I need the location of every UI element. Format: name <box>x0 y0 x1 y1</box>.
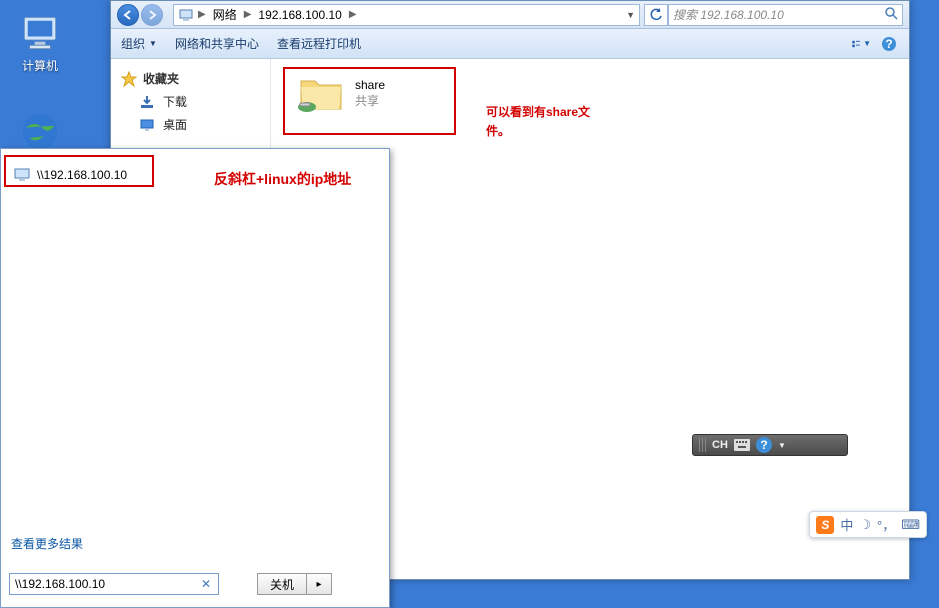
computer-small-icon <box>178 7 194 23</box>
nav-back-button[interactable] <box>117 4 139 26</box>
cmd-network-center[interactable]: 网络和共享中心 <box>175 35 259 52</box>
desktop-icon-globe[interactable] <box>12 110 68 152</box>
breadcrumb-sep-icon: ▶ <box>349 9 357 20</box>
ime-language-bar[interactable]: CH ? ▼ <box>692 434 848 456</box>
view-icon <box>851 36 861 52</box>
folder-name: share <box>355 78 385 92</box>
breadcrumb-sep-icon: ▶ <box>198 9 206 20</box>
shared-folder-icon <box>297 73 345 113</box>
annotation-share-text: 可以看到有share文 件。 <box>486 103 590 141</box>
arrow-right-icon <box>146 9 158 21</box>
search-result-item[interactable]: \\192.168.100.10 <box>13 166 127 184</box>
start-search-input[interactable] <box>9 573 219 595</box>
nav-forward-button[interactable] <box>141 4 163 26</box>
command-bar: 组织 ▼ 网络和共享中心 查看远程打印机 ▼ ? <box>111 29 909 59</box>
sogou-logo-icon: S <box>816 516 834 534</box>
annotation-ip-text: 反斜杠+linux的ip地址 <box>214 168 351 190</box>
sogou-moon-icon[interactable]: ☽ <box>859 517 871 533</box>
nav-favorites-header[interactable]: 收藏夹 <box>117 67 264 90</box>
desktop-icon-label: 计算机 <box>22 57 58 74</box>
keyboard-icon[interactable] <box>734 439 750 451</box>
start-search-panel: \\192.168.100.10 查看更多结果 ✕ 关机 ▸ <box>0 148 390 608</box>
address-bar: ▶ 网络 ▶ 192.168.100.10 ▶ ▼ 搜索 192.168.100… <box>111 1 909 29</box>
desktop-icon <box>139 117 155 133</box>
ime-lang-indicator[interactable]: CH <box>712 437 728 453</box>
refresh-icon <box>649 8 663 22</box>
nav-desktop[interactable]: 桌面 <box>117 113 264 136</box>
breadcrumb-ip[interactable]: 192.168.100.10 <box>255 8 344 22</box>
computer-small-icon <box>13 166 31 184</box>
search-input[interactable]: 搜索 192.168.100.10 <box>668 4 903 26</box>
download-icon <box>139 94 155 110</box>
dropdown-icon: ▼ <box>149 39 157 48</box>
folder-share[interactable]: share 共享 <box>293 69 389 117</box>
sogou-punct[interactable]: °， <box>877 515 895 534</box>
see-more-results[interactable]: 查看更多结果 <box>11 535 83 552</box>
cmd-view-printers[interactable]: 查看远程打印机 <box>277 35 361 52</box>
desktop-icon-computer[interactable]: 计算机 <box>12 12 68 74</box>
nav-label: 桌面 <box>163 116 187 133</box>
ime-dropdown-icon[interactable]: ▼ <box>778 441 786 450</box>
shutdown-options-button[interactable]: ▸ <box>307 573 332 595</box>
cmd-label: 网络和共享中心 <box>175 35 259 52</box>
shutdown-button[interactable]: 关机 <box>257 573 307 595</box>
globe-icon <box>19 110 61 152</box>
cmd-label: 查看远程打印机 <box>277 35 361 52</box>
address-dropdown-icon[interactable]: ▼ <box>626 10 635 20</box>
search-result-label: \\192.168.100.10 <box>37 168 127 182</box>
nav-label: 下载 <box>163 93 187 110</box>
dropdown-icon: ▼ <box>863 39 871 48</box>
nav-label: 收藏夹 <box>143 70 179 87</box>
folder-desc: 共享 <box>355 92 385 109</box>
search-placeholder: 搜索 192.168.100.10 <box>673 6 784 23</box>
clear-search-icon[interactable]: ✕ <box>201 577 211 591</box>
cmd-organize[interactable]: 组织 ▼ <box>121 35 157 52</box>
view-options-button[interactable]: ▼ <box>851 34 871 54</box>
chevron-right-icon: ▸ <box>317 579 322 590</box>
ime-grip-icon[interactable] <box>699 438 706 452</box>
nav-downloads[interactable]: 下载 <box>117 90 264 113</box>
computer-icon <box>19 12 61 54</box>
help-button[interactable]: ? <box>879 34 899 54</box>
help-icon: ? <box>881 36 897 52</box>
breadcrumb-sep-icon: ▶ <box>244 9 252 20</box>
arrow-left-icon <box>122 9 134 21</box>
cmd-label: 组织 <box>121 35 145 52</box>
star-icon <box>121 71 137 87</box>
sogou-mode-zhong[interactable]: 中 <box>840 515 853 534</box>
sogou-keyboard-icon[interactable]: ⌨ <box>901 517 920 533</box>
sogou-ime-bar[interactable]: S 中 ☽ °， ⌨ <box>809 511 927 538</box>
breadcrumb-network[interactable]: 网络 <box>210 6 240 23</box>
refresh-button[interactable] <box>644 4 668 26</box>
search-icon <box>884 6 898 23</box>
ime-help-icon[interactable]: ? <box>756 437 772 453</box>
address-box[interactable]: ▶ 网络 ▶ 192.168.100.10 ▶ ▼ <box>173 4 640 26</box>
svg-text:?: ? <box>885 37 892 51</box>
